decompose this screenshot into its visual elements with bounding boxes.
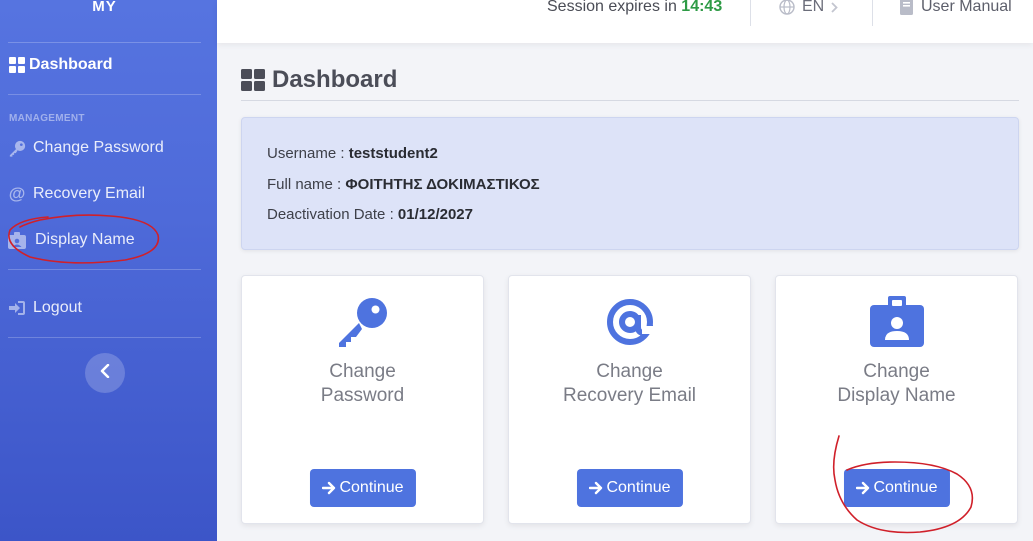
arrow-right-icon xyxy=(588,481,602,495)
sidebar-item-label: Recovery Email xyxy=(33,185,146,202)
sidebar-heading: MANAGEMENT xyxy=(9,113,85,124)
key-icon xyxy=(8,139,26,157)
card-change-display-name: Change Display Name Continue xyxy=(775,275,1018,524)
user-manual-link[interactable]: User Manual xyxy=(900,0,1012,16)
account-info-panel: Username : teststudent2 Full name : ΦΟΙΤ… xyxy=(241,117,1019,250)
topbar-divider xyxy=(750,0,751,26)
brand-logo[interactable]: MY xyxy=(0,0,209,14)
card-change-recovery-email: Change Recovery Email Continue xyxy=(508,275,751,524)
sidebar-item-label: Change Password xyxy=(33,139,164,156)
username-value: teststudent2 xyxy=(348,145,438,162)
page-title: Dashboard xyxy=(241,66,397,94)
card-title: Change Password xyxy=(242,360,483,408)
card-title-line1: Change xyxy=(329,361,396,382)
grid-icon xyxy=(241,69,265,91)
continue-button-label: Continue xyxy=(339,479,404,496)
username-row: Username : teststudent2 xyxy=(267,145,438,162)
sidebar-divider xyxy=(8,269,201,270)
sidebar-item-display-name[interactable]: Display Name xyxy=(8,228,135,252)
sidebar-item-dashboard[interactable]: Dashboard xyxy=(8,53,113,77)
card-title-line1: Change xyxy=(596,361,663,382)
sidebar-item-change-password[interactable]: Change Password xyxy=(8,136,164,160)
continue-button-label: Continue xyxy=(873,479,938,496)
chevron-left-icon xyxy=(100,363,110,383)
at-icon: @ xyxy=(8,184,26,203)
card-title-line1: Change xyxy=(863,361,930,382)
continue-button[interactable]: Continue xyxy=(576,469,683,507)
sidebar-divider xyxy=(8,94,201,95)
language-label: EN xyxy=(802,0,825,15)
arrow-right-icon xyxy=(321,481,335,495)
user-manual-label: User Manual xyxy=(921,0,1012,15)
book-icon xyxy=(900,0,913,15)
session-time: 14:43 xyxy=(681,0,723,15)
deactivation-row: Deactivation Date : 01/12/2027 xyxy=(267,206,473,223)
sidebar-item-label: Dashboard xyxy=(29,56,113,73)
id-badge-icon xyxy=(776,296,1017,348)
fullname-row: Full name : ΦΟΙΤΗΤΗΣ ΔΟΚΙΜΑΣΤΙΚΟΣ xyxy=(267,176,540,193)
sidebar: MY Dashboard MANAGEMENT Change Password … xyxy=(0,0,217,541)
sidebar-divider xyxy=(8,337,201,338)
chevron-right-icon xyxy=(831,1,839,13)
deactivation-value: 01/12/2027 xyxy=(397,206,473,223)
card-title: Change Recovery Email xyxy=(509,360,750,408)
globe-icon xyxy=(779,0,795,15)
card-title-line2: Display Name xyxy=(837,385,956,406)
continue-button[interactable]: Continue xyxy=(309,469,416,507)
sidebar-divider xyxy=(8,42,201,43)
deactivation-label: Deactivation Date : xyxy=(267,206,394,223)
card-title: Change Display Name xyxy=(776,360,1017,408)
page-title-text: Dashboard xyxy=(272,66,398,93)
sidebar-toggle-button[interactable] xyxy=(85,353,125,393)
card-title-line2: Password xyxy=(320,385,405,406)
username-label: Username : xyxy=(267,145,345,162)
topbar: Session expires in 14:43 EN User Manual xyxy=(217,0,1033,43)
grid-icon xyxy=(8,56,26,74)
fullname-value: ΦΟΙΤΗΤΗΣ ΔΟΚΙΜΑΣΤΙΚΟΣ xyxy=(345,176,540,193)
logout-icon xyxy=(8,299,26,317)
card-title-line2: Recovery Email xyxy=(562,385,697,406)
arrow-right-icon xyxy=(855,481,869,495)
topbar-divider xyxy=(872,0,873,26)
id-badge-icon xyxy=(8,231,26,249)
card-change-password: Change Password Continue xyxy=(241,275,484,524)
language-selector[interactable]: EN xyxy=(779,0,839,16)
session-timer: Session expires in 14:43 xyxy=(547,0,722,16)
sidebar-item-label: Logout xyxy=(33,299,82,316)
title-divider xyxy=(241,100,1019,101)
key-icon xyxy=(242,296,483,348)
at-icon xyxy=(509,296,750,348)
sidebar-item-recovery-email[interactable]: @ Recovery Email xyxy=(8,182,145,206)
continue-button-label: Continue xyxy=(606,479,671,496)
fullname-label: Full name : xyxy=(267,176,342,193)
session-label: Session expires in xyxy=(547,0,677,15)
continue-button[interactable]: Continue xyxy=(843,469,950,507)
sidebar-item-logout[interactable]: Logout xyxy=(8,296,82,320)
sidebar-item-label: Display Name xyxy=(35,231,135,248)
